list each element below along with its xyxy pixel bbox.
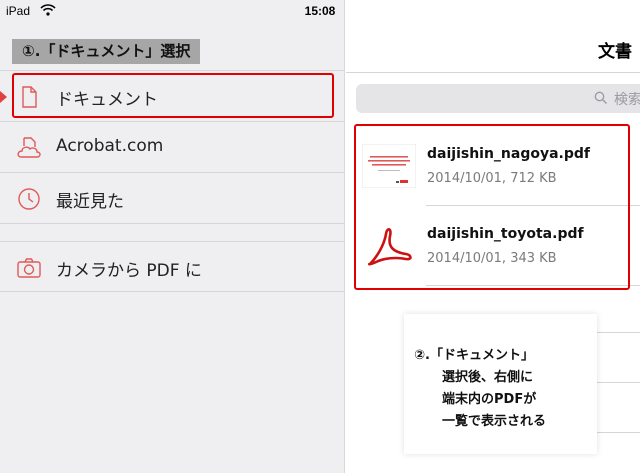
annotation-line: 選択後、右側に	[442, 370, 534, 385]
title-divider	[346, 72, 640, 73]
page-title: 文書	[598, 42, 632, 62]
status-bar: iPad 15:08	[0, 0, 640, 22]
search-icon	[594, 91, 607, 104]
sidebar-item-acrobat[interactable]: Acrobat.com	[0, 121, 345, 172]
sidebar-item-recent[interactable]: 最近見た	[0, 172, 345, 223]
sidebar: ①.「ドキュメント」選択 ドキュメント Acrobat.com 最近見た カメラ…	[0, 0, 345, 473]
highlight-box-files	[354, 124, 630, 290]
annotation-line: ②.「ドキュメント」	[414, 348, 534, 363]
selected-indicator-icon	[0, 91, 7, 103]
sidebar-item-label: Acrobat.com	[56, 136, 164, 156]
sidebar-item-label: カメラから PDF に	[56, 261, 202, 281]
cloud-document-icon	[17, 137, 41, 158]
annotation-line: 一覧で表示される	[442, 414, 547, 429]
highlight-box-documents	[12, 73, 334, 118]
annotation-step2: ②.「ドキュメント」 選択後、右側に 端末内のPDFが 一覧で表示される	[404, 314, 597, 454]
search-input[interactable]: 検索	[356, 84, 640, 113]
status-time: 15:08	[304, 4, 336, 18]
search-placeholder: 検索	[614, 92, 640, 108]
sidebar-separator	[0, 223, 345, 241]
camera-icon	[17, 258, 41, 278]
sidebar-item-camera[interactable]: カメラから PDF に	[0, 241, 345, 292]
annotation-line: 端末内のPDFが	[442, 392, 537, 407]
sidebar-item-label: 最近見た	[56, 192, 124, 212]
annotation-step1: ①.「ドキュメント」選択	[12, 39, 201, 64]
clock-icon	[18, 188, 40, 210]
